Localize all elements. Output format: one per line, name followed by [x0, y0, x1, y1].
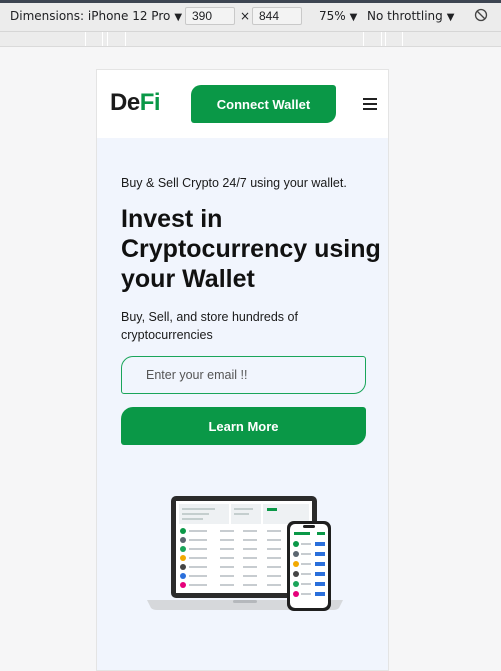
media-query-ruler — [0, 32, 501, 47]
zoom-selector[interactable]: 75% ▼ — [319, 9, 357, 23]
hero-tagline: Buy & Sell Crypto 24/7 using your wallet… — [121, 176, 347, 190]
logo-text-fi: Fi — [139, 89, 161, 116]
defi-logo[interactable]: DeFi — [110, 89, 161, 117]
chevron-down-icon: ▼ — [446, 12, 455, 23]
hero-subtext: Buy, Sell, and store hundreds of cryptoc… — [121, 310, 298, 342]
email-input[interactable] — [121, 356, 366, 394]
hamburger-menu-icon[interactable] — [363, 98, 377, 110]
device-viewport: DeFi Connect Wallet Buy & Sell Crypto 24… — [96, 69, 389, 671]
connect-wallet-button[interactable]: Connect Wallet — [191, 85, 336, 123]
site-header: DeFi Connect Wallet — [97, 70, 388, 138]
chevron-down-icon: ▼ — [174, 12, 183, 23]
devtools-device-toolbar: Dimensions: iPhone 12 Pro▼ × 75%▼ No thr… — [0, 0, 501, 32]
viewport-height-input[interactable] — [252, 7, 302, 25]
chevron-down-icon: ▼ — [349, 12, 358, 23]
dimension-separator: × — [240, 9, 251, 23]
learn-more-button[interactable]: Learn More — [121, 407, 366, 445]
logo-text-de: De — [110, 89, 140, 116]
viewport-width-input[interactable] — [185, 7, 235, 25]
hero-section: Buy & Sell Crypto 24/7 using your wallet… — [97, 138, 388, 670]
throttling-label: No throttling — [367, 9, 443, 23]
laptop-and-phone-dashboard-illustration — [145, 494, 345, 624]
throttling-selector[interactable]: No throttling ▼ — [367, 9, 454, 23]
device-selector-label: Dimensions: iPhone 12 Pro — [10, 9, 171, 23]
device-selector[interactable]: Dimensions: iPhone 12 Pro ▼ — [10, 9, 182, 23]
zoom-label: 75% — [319, 9, 346, 23]
rotate-icon[interactable] — [474, 8, 488, 22]
hero-headline: Invest in Cryptocurrency using your Wall… — [121, 205, 381, 293]
